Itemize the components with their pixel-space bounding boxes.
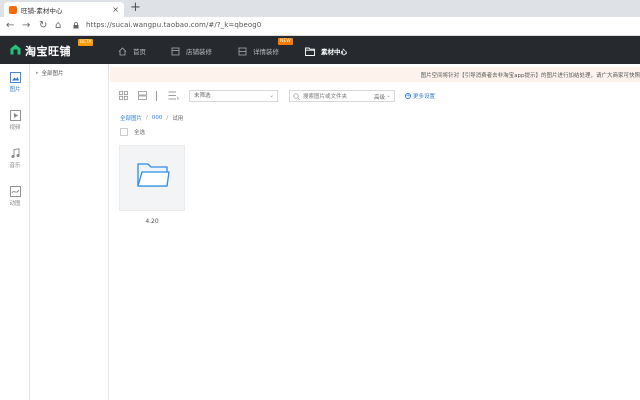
toolbar: 未筛选 ⌄ 高级 ⌄ + 更多设置 [110,86,640,106]
shop-icon [171,47,180,55]
grid-view-icon[interactable] [119,91,128,100]
tab-close-icon[interactable]: × [112,5,119,14]
folder-name[interactable]: 4.20 [119,218,185,225]
app-header: 淘宝旺铺 BETA 首页 店铺装修 详情装修 NEW 素材中心 [0,36,640,64]
home-button-icon[interactable]: ⌂ [55,19,61,33]
toolbar-divider [156,91,157,101]
detail-icon [238,47,247,55]
advanced-chevron-down-icon[interactable]: ⌄ [386,92,391,99]
lock-icon[interactable] [73,22,79,29]
rail-item-gif[interactable]: 动图 [0,186,30,207]
rail-item-image[interactable]: 图片 [0,72,30,93]
image-icon [9,72,21,83]
rail-item-music[interactable]: 音乐 [0,148,30,169]
tab-title: 旺铺-素材中心 [21,6,63,15]
browser-tab[interactable]: 旺铺-素材中心 × [4,2,124,17]
list-view-icon[interactable] [138,91,147,100]
forward-icon[interactable]: → [22,19,30,33]
reload-icon[interactable]: ↻ [39,19,47,33]
nav-shop-decorate[interactable]: 店铺装修 [171,45,212,57]
nav-detail-decorate-label: 详情装修 [253,48,279,56]
notice-text: 图片空间将针对【引导消费者去非淘宝app提示】的图片进行加结处理，请广大商家可快… [420,73,640,79]
media-type-rail: 图片 视频 音乐 动图 [0,64,30,400]
url-field[interactable]: https://sucai.wangpu.taobao.com/#/?_k=qb… [86,21,261,29]
folder-icon [137,163,170,187]
filter-select-value: 未筛选 [194,93,211,99]
plus-circle-icon: + [405,93,411,99]
more-settings-label: 更多设置 [413,94,436,100]
rail-item-music-label: 音乐 [9,163,21,169]
back-icon[interactable]: ← [6,19,14,33]
breadcrumb-separator: / [166,115,169,121]
taobao-logo-icon[interactable] [10,44,21,55]
folder-card[interactable] [119,145,185,211]
folder-tree: ▸ 全部图片 [31,64,109,400]
breadcrumb-all-images[interactable]: 全部图片 [120,114,142,122]
tree-item-all-images[interactable]: ▸ 全部图片 [36,69,64,77]
nav-home-label: 首页 [133,48,146,56]
search-box: 高级 ⌄ [289,90,395,102]
advanced-search-toggle[interactable]: 高级 [374,93,385,101]
video-icon [9,110,21,121]
music-icon [11,148,19,158]
new-badge: NEW [278,38,293,45]
browser-tabstrip: 旺铺-素材中心 × + [0,0,640,17]
rail-item-video-label: 视频 [9,125,21,131]
new-tab-button[interactable]: + [130,1,141,15]
address-bar: ← → ↻ ⌂ https://sucai.wangpu.taobao.com/… [0,17,640,36]
sort-icon[interactable] [168,91,179,100]
rail-item-video[interactable]: 视频 [0,110,30,131]
notice-banner: 图片空间将针对【引导消费者去非淘宝app提示】的图片进行加结处理，请广大商家可快… [110,67,640,82]
nav-material-center[interactable]: 素材中心 [305,45,347,57]
filter-select[interactable]: 未筛选 ⌄ [189,90,278,102]
expand-arrow-icon[interactable]: ▸ [36,70,39,76]
rail-item-gif-label: 动图 [9,201,21,207]
taobao-favicon-icon [9,5,17,14]
gif-icon [9,186,21,197]
nav-home[interactable]: 首页 [118,45,146,57]
search-icon [293,93,300,100]
rail-item-image-label: 图片 [9,87,21,93]
select-all[interactable]: 全选 [120,128,145,136]
breadcrumb-current: 试用 [172,116,184,122]
breadcrumb-000[interactable]: 000 [152,115,163,121]
tree-item-all-images-label: 全部图片 [41,71,64,77]
select-all-label: 全选 [134,130,146,136]
select-all-checkbox[interactable] [120,128,128,136]
chevron-down-icon: ⌄ [268,92,274,99]
nav-detail-decorate[interactable]: 详情装修 [238,45,279,57]
search-input[interactable] [303,92,369,101]
folder-icon [305,47,315,56]
beta-badge: BETA [78,39,94,46]
more-settings-link[interactable]: + 更多设置 [405,92,435,100]
breadcrumb-separator: / [146,115,148,121]
nav-shop-decorate-label: 店铺装修 [186,48,212,56]
nav-material-center-label: 素材中心 [321,48,347,56]
home-icon [118,46,127,55]
breadcrumb: 全部图片 / 000 / 试用 [120,114,183,122]
logo-text[interactable]: 淘宝旺铺 [25,43,71,59]
